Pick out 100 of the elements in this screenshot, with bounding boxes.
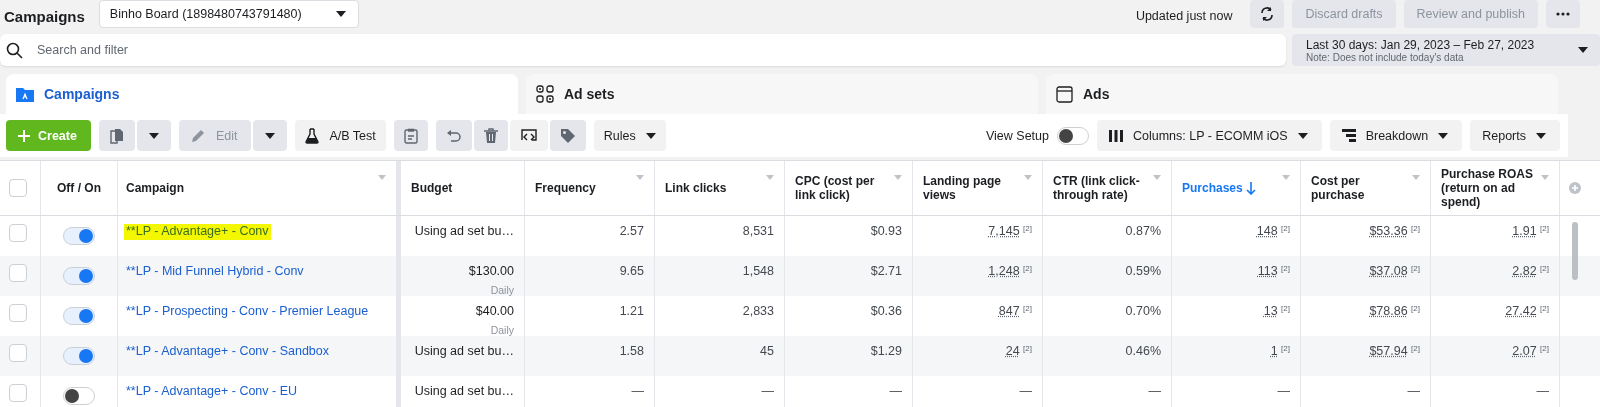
table-cell-text: — <box>1536 384 1549 400</box>
clipboard-button[interactable] <box>393 120 428 151</box>
tag-button[interactable] <box>549 120 586 151</box>
table-cell-text: 0.70% <box>1125 304 1161 320</box>
campaign-link[interactable]: **LP - Prospecting - Conv - Premier League <box>126 304 369 320</box>
campaign-link[interactable]: **LP - Mid Funnel Hybrid - Conv <box>126 264 304 280</box>
table-cell-text: — <box>1019 384 1032 400</box>
dropdown-button[interactable] <box>136 120 171 151</box>
account-dropdown[interactable]: Binho Board (1898480743791480) <box>98 0 359 28</box>
window-icon <box>1056 85 1073 103</box>
campaign-link[interactable]: **LP - Advantage+ - Conv - Sandbox <box>126 344 330 360</box>
column-header[interactable]: Purchases <box>1172 161 1301 215</box>
column-header[interactable]: Off / On <box>41 161 118 215</box>
dropdown-button[interactable] <box>253 120 288 151</box>
delete-button[interactable] <box>473 120 508 151</box>
table-cell-text: 24 $^{[2]}$ <box>1005 344 1032 360</box>
search-field[interactable]: Search and filter <box>0 34 1286 66</box>
sort-caret-icon <box>766 175 774 180</box>
table-cell-text: $0.93 <box>870 224 902 240</box>
sort-caret-icon <box>1412 175 1420 180</box>
table-cell-text: 1.58 <box>619 344 644 360</box>
checkbox[interactable] <box>9 384 27 402</box>
column-header[interactable]: Cost per purchase <box>1301 161 1431 215</box>
table-cell-text: 8,531 <box>742 224 774 240</box>
table-cell-text: — <box>631 384 644 400</box>
table-cell-text: 1.21 <box>619 304 644 320</box>
table-cell-text: 1 $^{[2]}$ <box>1270 344 1290 360</box>
documents-icon <box>108 127 125 144</box>
table-cell-text: $78.86 $^{[2]}$ <box>1369 304 1420 320</box>
more-button[interactable] <box>1546 0 1580 28</box>
table-cell-text: 2,833 <box>742 304 774 320</box>
checkbox[interactable] <box>9 179 27 197</box>
budget-value: $130.00 <box>468 264 514 278</box>
column-header[interactable]: Landing page views <box>913 161 1043 215</box>
table-cell-text: 45 <box>760 344 774 360</box>
column-header[interactable]: Budget <box>401 161 525 215</box>
clipboard-icon <box>403 127 418 144</box>
reports-button[interactable]: Reports <box>1470 120 1560 151</box>
table-cell-text: 0.59% <box>1125 264 1161 280</box>
sort-caret-icon <box>636 175 644 180</box>
table-cell-text: 13 $^{[2]}$ <box>1263 304 1290 320</box>
columns-button[interactable]: Columns: LP - ECOMM iOS <box>1097 120 1322 151</box>
undo-button[interactable] <box>435 120 472 151</box>
toggle-switch[interactable] <box>63 347 95 365</box>
scrollbar-thumb[interactable] <box>1572 222 1578 280</box>
budget-value: Using ad set bu… <box>414 344 514 358</box>
checkbox[interactable] <box>9 224 27 242</box>
column-header[interactable]: Link clicks <box>655 161 785 215</box>
arrow-down-icon <box>1245 181 1256 195</box>
table-cell-text: — <box>761 384 774 400</box>
toggle-switch[interactable] <box>63 307 95 325</box>
budget-period: Daily <box>490 324 514 336</box>
table-cell-text: 2.07 $^{[2]}$ <box>1512 344 1549 360</box>
caret-icon <box>335 11 346 17</box>
tab[interactable]: Campaigns <box>6 74 518 114</box>
caret-icon <box>265 132 276 139</box>
table-cell-text: 7,145 $^{[2]}$ <box>988 224 1032 240</box>
campaign-link[interactable]: **LP - Advantage+ - Conv - EU <box>126 384 298 400</box>
refresh-icon <box>1259 6 1276 22</box>
column-header[interactable]: Frequency <box>525 161 655 215</box>
date-range-picker[interactable]: Last 30 days: Jan 29, 2023 – Feb 27, 2023 Note: Does not include today's data <box>1292 34 1600 66</box>
budget-value: Using ad set bu… <box>414 384 514 398</box>
breakdown-button[interactable]: Breakdown <box>1329 120 1463 151</box>
table-cell-text: 2.57 <box>619 224 644 240</box>
rules-button[interactable]: Rules <box>593 120 666 151</box>
pencil-icon <box>190 128 206 143</box>
folder-icon <box>16 86 34 102</box>
checkbox[interactable] <box>9 264 27 282</box>
table-cell-text: 1,248 $^{[2]}$ <box>988 264 1032 280</box>
toggle-switch[interactable] <box>63 387 95 405</box>
ab-test-button[interactable]: A/B Test <box>295 120 386 151</box>
campaign-link[interactable]: **LP - Advantage+ - Conv <box>124 224 271 240</box>
column-header[interactable]: Purchase ROAS (return on ad spend) <box>1431 161 1560 215</box>
toggle-switch[interactable] <box>63 267 95 285</box>
checkbox[interactable] <box>9 344 27 362</box>
sort-caret-icon <box>1024 175 1032 180</box>
toggle-switch[interactable] <box>63 227 95 245</box>
checkbox[interactable] <box>9 304 27 322</box>
undo-icon <box>445 128 462 143</box>
grid-icon <box>536 85 554 103</box>
view-setup-label: View Setup <box>986 128 1049 143</box>
swap-button[interactable] <box>509 120 548 151</box>
table-cell-text: $2.71 <box>870 264 902 280</box>
caret-icon <box>1297 132 1308 139</box>
table-cell-text: 2.82 $^{[2]}$ <box>1512 264 1549 280</box>
refresh-button[interactable] <box>1250 0 1285 28</box>
table-cell-text: 113 $^{[2]}$ <box>1257 264 1290 280</box>
duplicate-button[interactable] <box>98 120 135 151</box>
column-header[interactable]: CTR (link click-through rate) <box>1043 161 1172 215</box>
table-cell-text: 1,548 <box>742 264 774 280</box>
column-header[interactable]: CPC (cost per link click) <box>785 161 913 215</box>
budget-period: Daily <box>490 284 514 296</box>
tab[interactable]: Ad sets <box>526 74 1038 114</box>
budget-value: $40.00 <box>475 304 514 318</box>
view-setup-toggle[interactable] <box>1057 126 1089 145</box>
columns-icon <box>1109 129 1123 142</box>
tab[interactable]: Ads <box>1046 74 1558 114</box>
column-header[interactable]: Campaign <box>118 161 401 215</box>
table-cell-text: $37.08 $^{[2]}$ <box>1369 264 1420 280</box>
trash-icon <box>483 127 498 144</box>
